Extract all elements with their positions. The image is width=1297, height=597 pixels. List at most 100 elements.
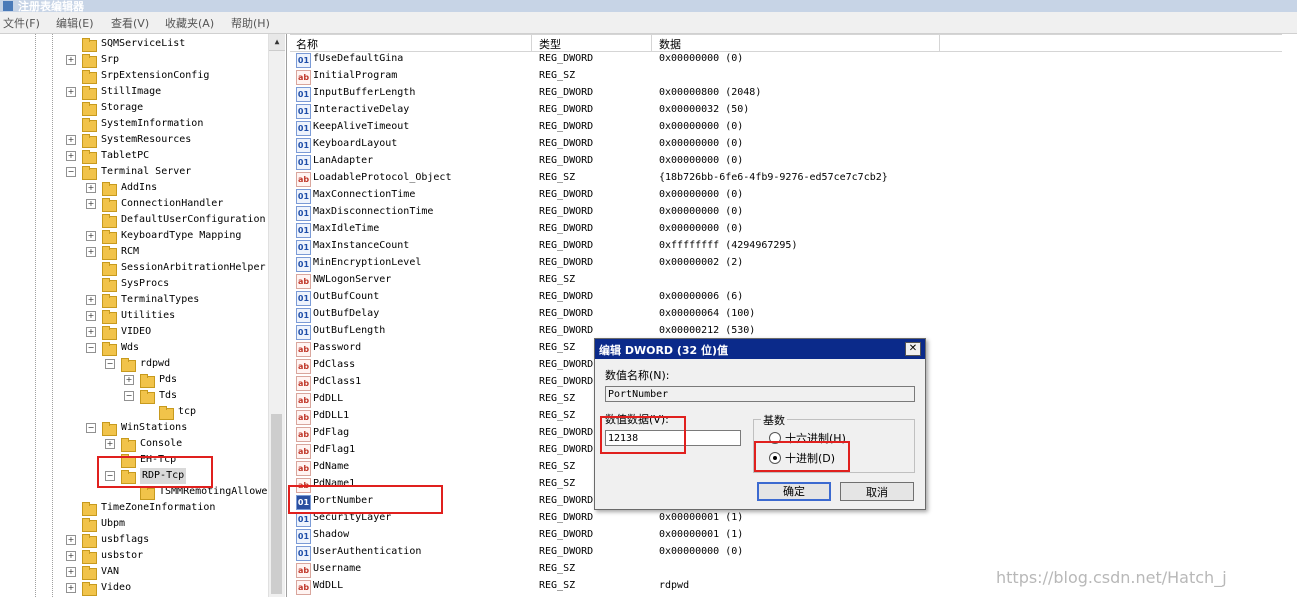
list-row[interactable]: 01 InputBufferLength REG_DWORD 0x00000800 (… — [290, 85, 1290, 102]
tree-item[interactable]: Terminal Server — [101, 164, 191, 180]
menu-favorites[interactable]: 收藏夹(A) — [165, 15, 214, 31]
scroll-thumb[interactable] — [271, 414, 282, 594]
tree-expander-icon[interactable]: − — [66, 167, 76, 177]
close-icon[interactable]: ✕ — [905, 342, 921, 356]
list-row[interactable]: 01 MaxIdleTime REG_DWORD 0x00000000 (0) — [290, 221, 1290, 238]
tree-expander-icon[interactable]: − — [124, 391, 134, 401]
cancel-button[interactable]: 取消 — [840, 482, 914, 501]
tree-item[interactable]: SessionArbitrationHelper — [121, 260, 266, 276]
tree-item[interactable]: rdpwd — [140, 356, 170, 372]
column-separator[interactable] — [939, 35, 940, 51]
value-type: REG_DWORD — [539, 87, 594, 98]
tree-item[interactable]: usbstor — [101, 548, 143, 564]
tree-item[interactable]: Video — [101, 580, 131, 596]
tree-expander-icon[interactable]: + — [86, 183, 96, 193]
menu-help[interactable]: 帮助(H) — [231, 15, 270, 31]
list-row[interactable]: 01 Shadow REG_DWORD 0x00000001 (1) — [290, 527, 1290, 544]
tree-expander-icon[interactable]: − — [86, 423, 96, 433]
list-row[interactable]: 01 OutBufDelay REG_DWORD 0x00000064 (100) — [290, 306, 1290, 323]
tree-expander-icon[interactable]: + — [105, 439, 115, 449]
tree-item[interactable]: SrpExtensionConfig — [101, 68, 209, 84]
list-row[interactable]: 01 MinEncryptionLevel REG_DWORD 0x00000002 … — [290, 255, 1290, 272]
scroll-up-arrow-icon[interactable]: ▲ — [269, 34, 285, 51]
tree-expander-icon[interactable]: + — [86, 199, 96, 209]
tree-item[interactable]: StillImage — [101, 84, 161, 100]
tree-vertical-scrollbar[interactable]: ▲ — [268, 34, 285, 597]
menu-file[interactable]: 文件(F) — [3, 15, 40, 31]
tree-item[interactable]: TabletPC — [101, 148, 149, 164]
tree-expander-icon[interactable]: + — [66, 583, 76, 593]
list-row[interactable]: 01 MaxConnectionTime REG_DWORD 0x00000000 (… — [290, 187, 1290, 204]
list-row[interactable]: 01 OutBufCount REG_DWORD 0x00000006 (6) — [290, 289, 1290, 306]
tree-expander-icon[interactable]: + — [66, 151, 76, 161]
tree-item[interactable]: Pds — [159, 372, 177, 388]
tree-expander-icon[interactable]: + — [66, 551, 76, 561]
tree-item[interactable]: WinStations — [121, 420, 187, 436]
folder-icon — [102, 310, 117, 324]
tree-expander-icon[interactable]: + — [66, 55, 76, 65]
list-row[interactable]: 01 MaxInstanceCount REG_DWORD 0xffffffff (4… — [290, 238, 1290, 255]
tree-item[interactable]: Srp — [101, 52, 119, 68]
dialog-title: 编辑 DWORD (32 位)值 — [599, 344, 729, 357]
value-type: REG_SZ — [539, 563, 576, 574]
value-name: UserAuthentication — [313, 546, 422, 557]
tree-item[interactable]: KeyboardType Mapping — [121, 228, 241, 244]
tree-item[interactable]: VAN — [101, 564, 119, 580]
tree-item[interactable]: usbflags — [101, 532, 149, 548]
tree-item[interactable]: VIDEO — [121, 324, 151, 340]
menu-view[interactable]: 查看(V) — [111, 15, 149, 31]
tree-item[interactable]: ConnectionHandler — [121, 196, 223, 212]
tree-item[interactable]: Ubpm — [101, 516, 125, 532]
column-header-name[interactable]: 名称 — [296, 36, 318, 52]
tree-item[interactable]: AddIns — [121, 180, 157, 196]
column-separator[interactable] — [531, 35, 532, 51]
list-row[interactable]: ab NWLogonServer REG_SZ — [290, 272, 1290, 289]
menu-edit[interactable]: 编辑(E) — [56, 15, 94, 31]
list-row[interactable]: 01 fUseDefaultGina REG_DWORD 0x00000000 (0) — [290, 51, 1290, 68]
column-header-type[interactable]: 类型 — [539, 36, 561, 52]
registry-tree[interactable]: SQMServiceList + Srp SrpExtensionConfig + Sti… — [0, 34, 287, 597]
tree-item[interactable]: SysProcs — [121, 276, 169, 292]
tree-item[interactable]: Storage — [101, 100, 143, 116]
tree-item[interactable]: SystemResources — [101, 132, 191, 148]
tree-item[interactable]: Tds — [159, 388, 177, 404]
list-row[interactable]: ab LoadableProtocol_Object REG_SZ {18b726bb… — [290, 170, 1290, 187]
tree-item[interactable]: TimeZoneInformation — [101, 500, 215, 516]
tree-expander-icon[interactable]: + — [66, 535, 76, 545]
tree-expander-icon[interactable]: + — [86, 295, 96, 305]
list-row[interactable]: 01 MaxDisconnectionTime REG_DWORD 0x0000000… — [290, 204, 1290, 221]
tree-item[interactable]: Console — [140, 436, 182, 452]
tree-item[interactable]: DefaultUserConfiguration — [121, 212, 266, 228]
column-separator[interactable] — [651, 35, 652, 51]
reg-dword-icon: 01 — [296, 512, 311, 527]
tree-item[interactable]: tcp — [178, 404, 196, 420]
tree-item[interactable]: SystemInformation — [101, 116, 203, 132]
value-data: 0x00000000 (0) — [659, 223, 744, 234]
tree-item[interactable]: TerminalTypes — [121, 292, 199, 308]
list-row[interactable]: 01 UserAuthentication REG_DWORD 0x00000000 … — [290, 544, 1290, 561]
tree-expander-icon[interactable]: + — [66, 567, 76, 577]
tree-expander-icon[interactable]: + — [86, 327, 96, 337]
window-titlebar: 注册表编辑器 — [0, 0, 1297, 12]
tree-expander-icon[interactable]: − — [105, 359, 115, 369]
list-row[interactable]: 01 LanAdapter REG_DWORD 0x00000000 (0) — [290, 153, 1290, 170]
tree-expander-icon[interactable]: + — [66, 87, 76, 97]
folder-icon — [82, 166, 97, 180]
tree-expander-icon[interactable]: + — [124, 375, 134, 385]
tree-item[interactable]: SQMServiceList — [101, 36, 185, 52]
list-row[interactable]: 01 KeepAliveTimeout REG_DWORD 0x00000000 (0… — [290, 119, 1290, 136]
tree-expander-icon[interactable]: − — [86, 343, 96, 353]
list-row[interactable]: 01 KeyboardLayout REG_DWORD 0x00000000 (0) — [290, 136, 1290, 153]
list-row[interactable]: ab InitialProgram REG_SZ — [290, 68, 1290, 85]
ok-button[interactable]: 确定 — [757, 482, 831, 501]
tree-item[interactable]: Wds — [121, 340, 139, 356]
folder-icon — [82, 502, 97, 516]
column-header-data[interactable]: 数据 — [659, 36, 681, 52]
tree-expander-icon[interactable]: + — [86, 231, 96, 241]
tree-item[interactable]: Utilities — [121, 308, 175, 324]
list-row[interactable]: 01 InteractiveDelay REG_DWORD 0x00000032 (5… — [290, 102, 1290, 119]
tree-expander-icon[interactable]: + — [66, 135, 76, 145]
tree-expander-icon[interactable]: + — [86, 311, 96, 321]
tree-item[interactable]: RCM — [121, 244, 139, 260]
tree-expander-icon[interactable]: + — [86, 247, 96, 257]
